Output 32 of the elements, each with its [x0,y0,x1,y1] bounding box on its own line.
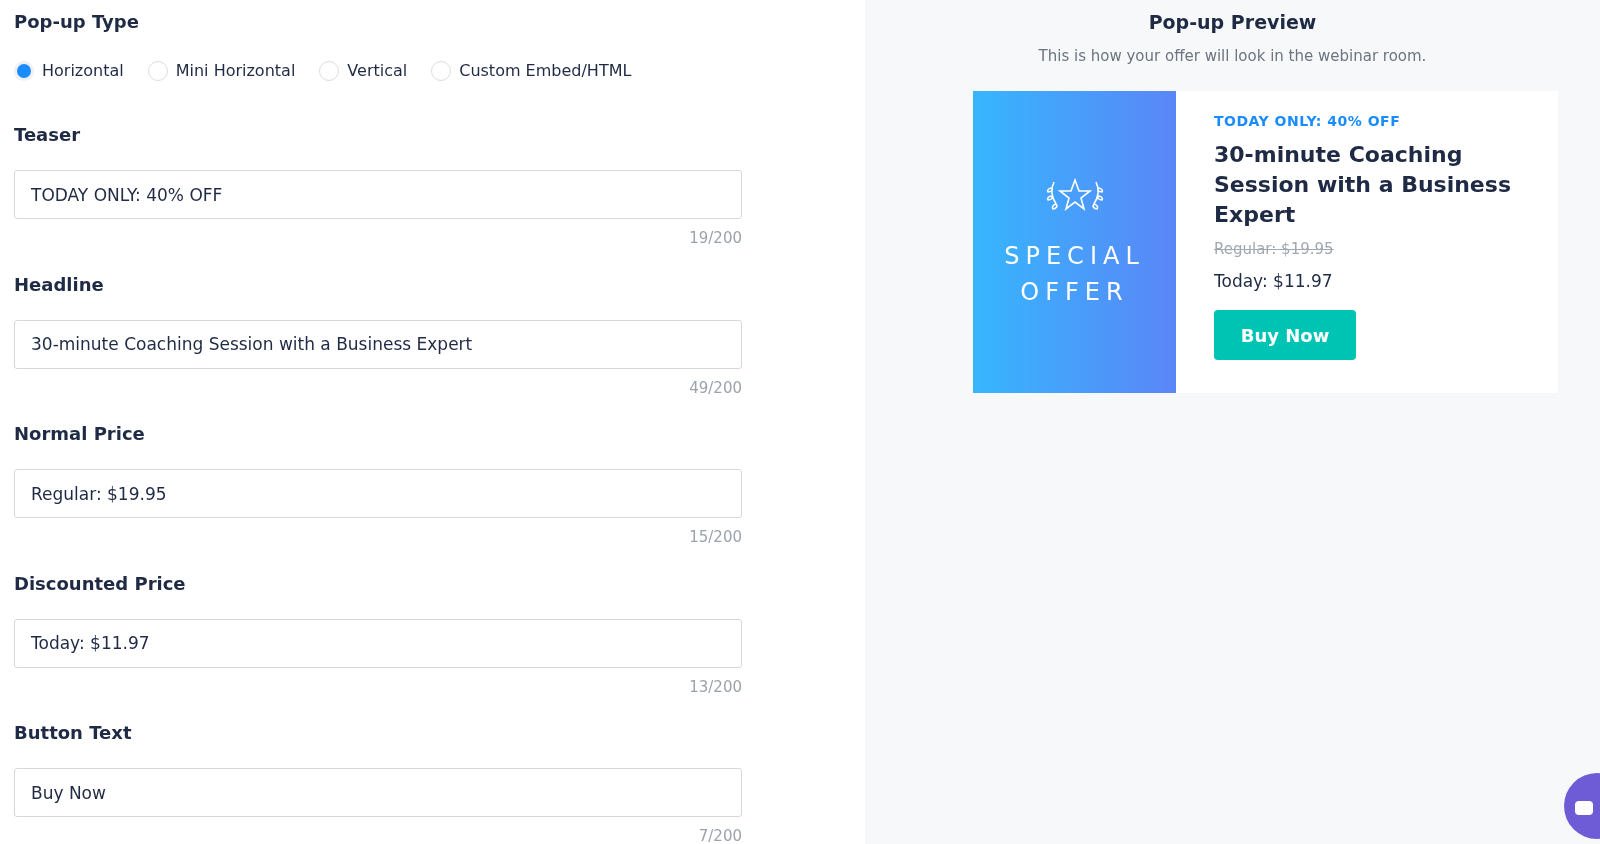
teaser-text: TODAY ONLY: 40% OFF [1214,112,1401,131]
radio-button[interactable] [431,61,452,81]
radio-label[interactable]: Vertical [347,59,408,83]
offer-headline: 30-minute Coaching Session with a Business Expert [1214,141,1512,229]
text-input[interactable]: Regular: $19.95 [14,469,742,518]
text-input[interactable]: TODAY ONLY: 40% OFF [14,170,742,219]
text-input[interactable]: Today: $11.97 [14,618,742,668]
radio-button[interactable] [147,61,168,81]
radio-button[interactable] [319,61,340,81]
character-count: 15/200 [688,527,742,548]
radio-label[interactable]: Mini Horizontal [175,59,296,83]
radio-label[interactable]: Horizontal [42,59,124,83]
banner-text: OFFER [1020,277,1129,308]
character-count: 19/200 [688,228,742,249]
character-count: 7/200 [697,826,742,844]
field-label: Button Text [14,721,133,745]
character-count: 49/200 [688,377,742,399]
text-input[interactable]: 30-minute Coaching Session with a Business Expert [14,319,742,369]
radio-button[interactable] [14,61,34,81]
character-count: 13/200 [688,676,742,698]
field-label: Discounted Price [14,571,187,596]
discounted-price: Today: $11.97 [1214,269,1333,293]
preview-title: Pop-up Preview [1147,10,1318,35]
field-label: Teaser [14,123,82,147]
text-input[interactable]: Buy Now [14,768,742,817]
field-label: Normal Price [14,422,146,446]
preview-subtitle: This is how your offer will look in the webinar room. [1037,45,1428,67]
banner-text: SPECIAL [1004,241,1145,272]
regular-price: Regular: $19.95 [1214,239,1334,260]
radio-label[interactable]: Custom Embed/HTML [459,59,632,83]
section-label: Pop-up Type [14,10,140,34]
field-label: Headline [14,272,105,297]
